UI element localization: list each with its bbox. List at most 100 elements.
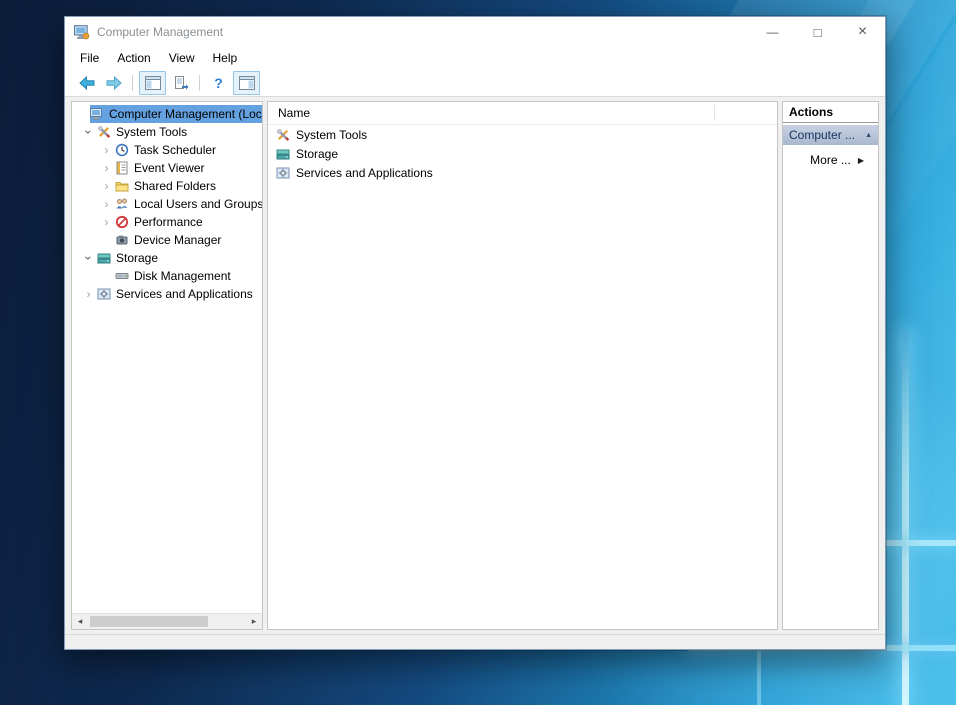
- tree-item-selection: Computer Management (Local: [90, 105, 262, 123]
- show-console-tree-button[interactable]: [139, 71, 166, 95]
- storage-icon: [276, 147, 290, 161]
- tree-item-content: Performance: [115, 213, 262, 231]
- scroll-right-button[interactable]: ▸: [246, 614, 262, 629]
- list-item-label: Storage: [296, 147, 338, 161]
- chevron-down-icon[interactable]: ›: [83, 250, 95, 267]
- list-item-system-tools[interactable]: System Tools: [268, 125, 777, 144]
- chevron-right-icon[interactable]: ›: [98, 180, 115, 192]
- collapse-section-icon: ▲: [865, 132, 872, 139]
- window-controls: — □ ×: [750, 17, 885, 47]
- actions-title-label: Actions: [789, 105, 833, 119]
- list-column-header-name[interactable]: Name: [268, 102, 777, 125]
- more-actions-item[interactable]: More ... ▶: [783, 150, 878, 170]
- menu-action[interactable]: Action: [108, 49, 159, 67]
- show-action-pane-button[interactable]: [233, 71, 260, 95]
- menubar: File Action View Help: [65, 47, 885, 69]
- titlebar: Computer Management — □ ×: [65, 17, 885, 47]
- close-button[interactable]: ×: [840, 17, 885, 47]
- tree-item-services-and-applications[interactable]: ›: [72, 285, 262, 303]
- tree-item-task-scheduler[interactable]: › Task Scheduler: [72, 141, 262, 159]
- tree-item-content: Event Viewer: [115, 159, 262, 177]
- tree-item-device-manager[interactable]: Device Manager: [72, 231, 262, 249]
- system-tools-icon: [97, 125, 111, 139]
- more-actions-label: More ...: [810, 153, 851, 167]
- event-viewer-icon: [115, 161, 129, 175]
- tree-item-label: Shared Folders: [134, 179, 216, 193]
- tree-item-label: Device Manager: [134, 233, 221, 247]
- toolbar-separator: [132, 75, 133, 91]
- system-tools-icon: [276, 128, 290, 142]
- tree-item-event-viewer[interactable]: › Event Viewer: [72, 159, 262, 177]
- task-scheduler-icon: [115, 143, 129, 157]
- tree-item-label: Performance: [134, 215, 203, 229]
- scrollbar-track[interactable]: [88, 614, 246, 629]
- forward-arrow-icon: [106, 76, 122, 90]
- tree-item-disk-management[interactable]: Disk Management: [72, 267, 262, 285]
- tree-item-label: Computer Management (Local: [109, 107, 263, 121]
- maximize-button[interactable]: □: [795, 17, 840, 47]
- column-divider[interactable]: [714, 105, 715, 121]
- tree-item-shared-folders[interactable]: › Shared Folders: [72, 177, 262, 195]
- tree-item-label: Services and Applications: [116, 287, 253, 301]
- actions-section-label: Computer ...: [789, 128, 855, 142]
- services-icon: [276, 166, 290, 180]
- back-button[interactable]: [74, 72, 99, 94]
- disk-management-icon: [115, 269, 129, 283]
- tree-item-content: Task Scheduler: [115, 141, 262, 159]
- chevron-right-icon[interactable]: ›: [98, 216, 115, 228]
- actions-pane-title: Actions: [783, 102, 878, 123]
- shared-folders-icon: [115, 179, 129, 193]
- tree-item-system-tools[interactable]: › System Tools: [72, 123, 262, 141]
- list-item-services-and-applications[interactable]: Services and Applications: [268, 163, 777, 182]
- tree-item-content: Disk Management: [115, 267, 262, 285]
- scrollbar-thumb[interactable]: [90, 616, 208, 627]
- details-pane: Name System Tools: [267, 101, 778, 630]
- tree-item-storage[interactable]: › Storage: [72, 249, 262, 267]
- storage-icon: [97, 251, 111, 265]
- window-title: Computer Management: [97, 25, 223, 39]
- menu-view[interactable]: View: [160, 49, 204, 67]
- submenu-arrow-icon: ▶: [858, 156, 864, 165]
- chevron-right-icon[interactable]: ›: [98, 144, 115, 156]
- help-button[interactable]: ?: [206, 72, 231, 94]
- tree-item-content: Local Users and Groups: [115, 195, 262, 213]
- tree-item-local-users-and-groups[interactable]: › Local Users and Groups: [72, 195, 262, 213]
- action-pane-icon: [239, 76, 255, 90]
- desktop: Computer Management — □ × File Action Vi…: [0, 0, 956, 705]
- chevron-right-icon[interactable]: ›: [98, 162, 115, 174]
- tree-item-content: Services and Applications: [97, 285, 262, 303]
- chevron-right-icon[interactable]: ›: [80, 288, 97, 300]
- tree-item-label: System Tools: [116, 125, 187, 139]
- tree-item-label: Task Scheduler: [134, 143, 216, 157]
- list-item-label: Services and Applications: [296, 166, 433, 180]
- scroll-left-button[interactable]: ◂: [72, 614, 88, 629]
- tree-item-label: Storage: [116, 251, 158, 265]
- chevron-down-icon[interactable]: ›: [83, 124, 95, 141]
- forward-button[interactable]: [101, 72, 126, 94]
- toolbar: ?: [65, 69, 885, 97]
- services-icon: [97, 287, 111, 301]
- help-icon: ?: [214, 75, 223, 91]
- tree-item-label: Event Viewer: [134, 161, 204, 175]
- export-list-button[interactable]: [168, 72, 193, 94]
- computer-management-window: Computer Management — □ × File Action Vi…: [64, 16, 886, 650]
- column-header-label: Name: [278, 106, 310, 120]
- list-item-storage[interactable]: Storage: [268, 144, 777, 163]
- chevron-right-icon[interactable]: ›: [98, 198, 115, 210]
- main-area: Computer Management (Local ›: [65, 97, 885, 634]
- tree-item-label: Disk Management: [134, 269, 231, 283]
- tree-item-content: Device Manager: [115, 231, 262, 249]
- console-tree-icon: [145, 76, 161, 90]
- tree-item-content: Storage: [97, 249, 262, 267]
- tree-item-performance[interactable]: › Performance: [72, 213, 262, 231]
- minimize-button[interactable]: —: [750, 17, 795, 47]
- horizontal-scrollbar[interactable]: ◂ ▸: [72, 613, 262, 629]
- actions-section-computer-management[interactable]: Computer ... ▲: [783, 125, 878, 145]
- tree-item-computer-management[interactable]: Computer Management (Local: [72, 105, 262, 123]
- tree-item-label: Local Users and Groups: [134, 197, 263, 211]
- list-item-label: System Tools: [296, 128, 367, 142]
- menu-file[interactable]: File: [71, 49, 108, 67]
- back-arrow-icon: [79, 76, 95, 90]
- menu-help[interactable]: Help: [204, 49, 247, 67]
- computer-management-icon: [74, 24, 90, 40]
